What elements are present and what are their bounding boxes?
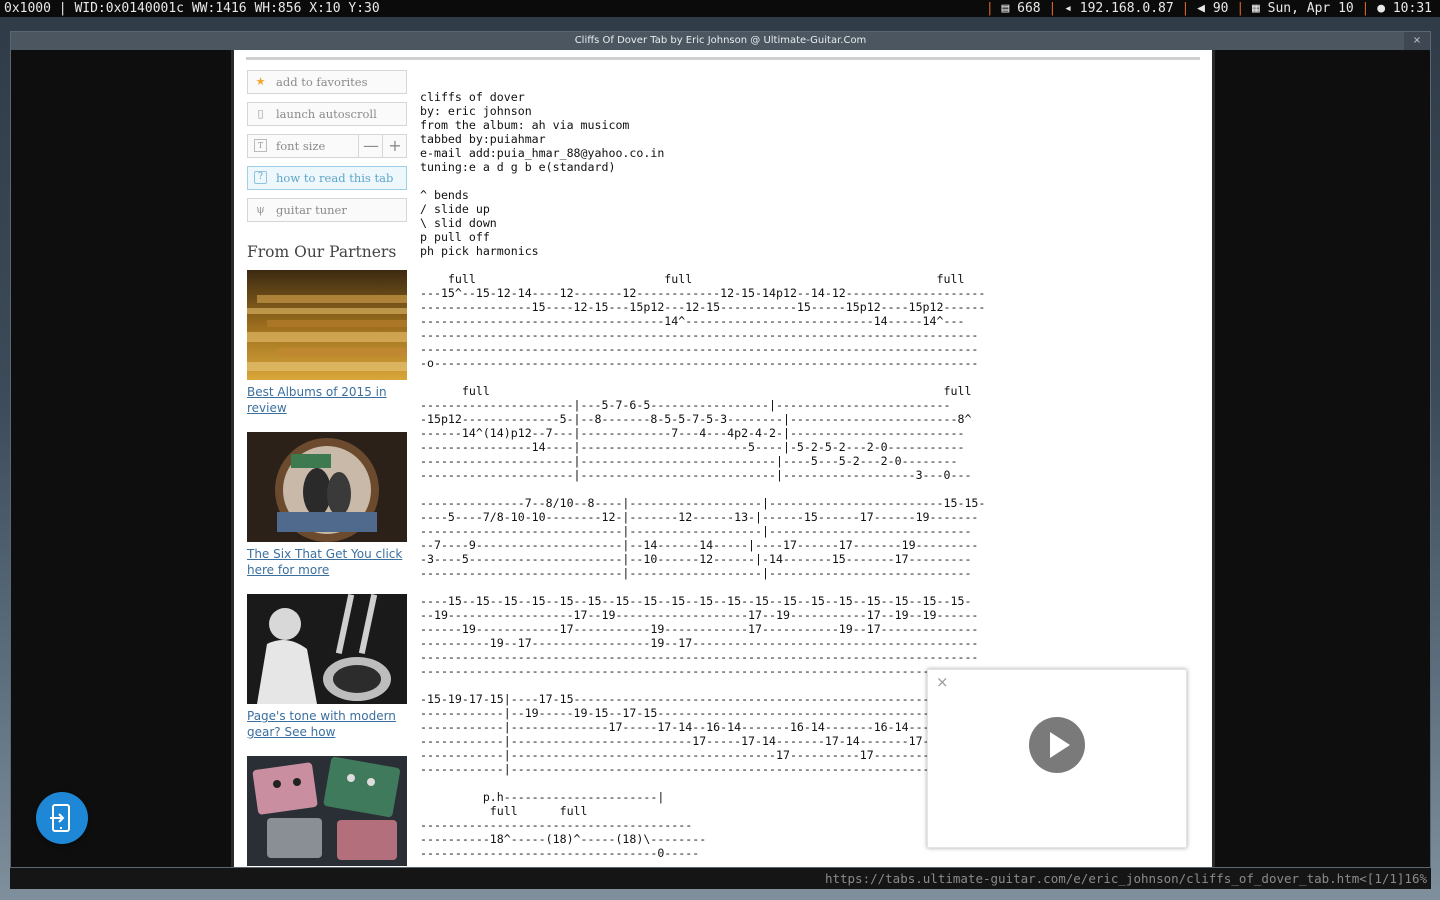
play-icon: [1050, 732, 1070, 758]
ip-address: 192.168.0.87: [1079, 1, 1174, 16]
partner-link-2[interactable]: The Six That Get You click here for more: [247, 546, 412, 578]
add-to-favorites-label: add to favorites: [276, 75, 368, 89]
scroll-position: <[1/1]: [1359, 871, 1405, 886]
memory-icon: ▤: [1001, 1, 1010, 16]
close-icon[interactable]: ×: [1404, 32, 1430, 50]
star-icon: ★: [255, 75, 266, 88]
tab-content: cliffs of dover by: eric johnson from th…: [420, 90, 986, 860]
status-bar: 0x1000 | WID:0x0140001c WW:1416 WH:856 X…: [0, 0, 1440, 17]
calendar-icon: ▦: [1251, 1, 1260, 16]
font-size-label: font size: [276, 139, 326, 153]
double-neck-guitarist-photo[interactable]: [247, 594, 407, 704]
header-divider: [246, 57, 1200, 60]
date: Sun, Apr 10: [1267, 1, 1354, 16]
how-to-read-tab-button[interactable]: ? how to read this tab: [247, 166, 407, 190]
partner-link-3[interactable]: Page's tone with modern gear? See how: [247, 708, 412, 740]
url-status-bar: https://tabs.ultimate-guitar.com/e/eric_…: [10, 868, 1431, 889]
close-icon[interactable]: ×: [936, 675, 949, 690]
window-info: 0x1000 | WID:0x0140001c WW:1416 WH:856 X…: [4, 1, 380, 16]
url-status: https://tabs.ultimate-guitar.com/e/eric_…: [825, 868, 1427, 889]
phone-exit-icon: [50, 804, 70, 832]
add-to-favorites-button[interactable]: ★ add to favorites: [247, 70, 407, 94]
current-url: https://tabs.ultimate-guitar.com/e/eric_…: [824, 871, 1360, 886]
guitar-tuner-label: guitar tuner: [276, 203, 347, 217]
font-decrease-button[interactable]: —: [358, 135, 383, 157]
scroll-percent: 16%: [1404, 871, 1427, 886]
play-button[interactable]: [1029, 717, 1085, 773]
volume-icon: ◀: [1197, 1, 1205, 16]
stacked-cd-cases-photo[interactable]: [247, 270, 407, 380]
network-icon: ◂: [1064, 1, 1072, 16]
window-title: Cliffs Of Dover Tab by Eric Johnson @ Ul…: [574, 35, 867, 46]
volume-value: 90: [1212, 1, 1229, 16]
status-right: | ▤ 668 | ◂ 192.168.0.87 | ◀ 90 | ▦ Sun,…: [985, 1, 1432, 16]
font-icon: T: [254, 139, 267, 152]
mobile-version-button[interactable]: [36, 792, 88, 844]
browser-window: Cliffs Of Dover Tab by Eric Johnson @ Ul…: [10, 31, 1431, 868]
font-increase-button[interactable]: +: [382, 135, 407, 157]
memory-value: 668: [1017, 1, 1041, 16]
launch-autoscroll-button[interactable]: ▯ launch autoscroll: [247, 102, 407, 126]
video-player-popup: ×: [927, 669, 1187, 848]
guitar-soundhole-feet-photo[interactable]: [247, 432, 407, 542]
help-icon: ?: [254, 171, 267, 184]
how-to-read-tab-label: how to read this tab: [276, 171, 394, 185]
effects-pedals-photo[interactable]: [247, 756, 407, 866]
partner-link-1[interactable]: Best Albums of 2015 in review: [247, 384, 412, 416]
scroll-icon: ▯: [257, 107, 264, 120]
window-titlebar[interactable]: Cliffs Of Dover Tab by Eric Johnson @ Ul…: [11, 32, 1430, 50]
tuning-fork-icon: ψ: [256, 203, 265, 216]
partners-heading: From Our Partners: [247, 243, 397, 261]
clock-icon: ●: [1377, 1, 1386, 16]
launch-autoscroll-label: launch autoscroll: [276, 107, 377, 121]
guitar-tuner-button[interactable]: ψ guitar tuner: [247, 198, 407, 222]
time: 10:31: [1392, 1, 1432, 16]
font-size-control: T font size — +: [247, 134, 407, 158]
